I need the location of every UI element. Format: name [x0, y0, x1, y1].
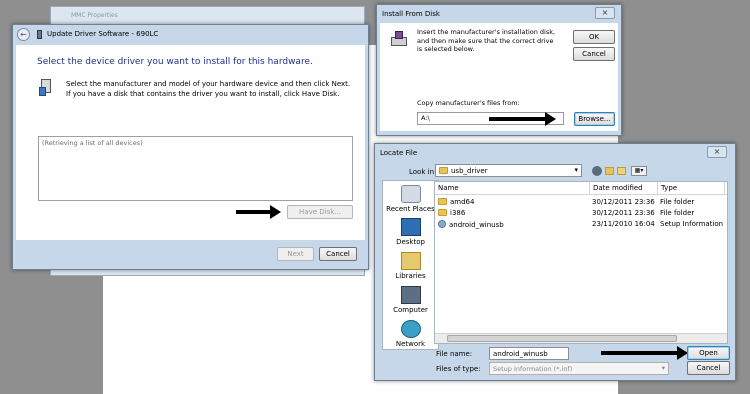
chevron-down-icon: ▾	[661, 364, 665, 372]
row-date: 30/12/2011 23:36	[592, 209, 655, 217]
open-button[interactable]: Open	[687, 346, 730, 360]
look-in-dropdown[interactable]: usb_driver ▾	[435, 164, 582, 177]
annotation-arrow	[489, 112, 556, 126]
setup-file-icon	[438, 220, 446, 228]
files-of-type-dropdown[interactable]: Setup Information (*.inf) ▾	[489, 362, 669, 375]
next-button[interactable]: Next	[277, 247, 314, 261]
recent-places-icon	[400, 185, 421, 203]
column-size[interactable]: S	[725, 182, 727, 195]
device-list-placeholder: (Retrieving a list of all devices)	[42, 139, 143, 147]
file-name-value: android_winusb	[493, 350, 548, 358]
copy-files-label: Copy manufacturer's files from:	[417, 99, 520, 107]
locate-file-titlebar: Locate File ×	[375, 144, 735, 164]
places-bar: Recent Places Desktop Libraries Computer…	[382, 180, 439, 350]
device-icon	[37, 30, 42, 39]
disk-instructions: Insert the manufacturer's installation d…	[417, 28, 556, 53]
place-computer[interactable]: Computer	[383, 286, 438, 314]
disk-drive-icon	[391, 31, 408, 48]
update-driver-content: Select the device driver you want to ins…	[16, 45, 365, 240]
column-type[interactable]: Type	[658, 182, 725, 195]
place-label: Libraries	[395, 272, 426, 280]
folder-icon	[438, 209, 447, 216]
row-date: 30/12/2011 23:36	[592, 198, 655, 206]
column-date-modified[interactable]: Date modified	[590, 182, 658, 195]
place-label: Desktop	[396, 238, 425, 246]
desktop-icon	[400, 218, 421, 236]
annotation-arrow	[236, 205, 281, 219]
file-name-input[interactable]: android_winusb	[489, 347, 569, 360]
column-name[interactable]: Name	[435, 182, 590, 195]
scrollbar-thumb[interactable]	[447, 335, 677, 342]
update-driver-titlebar: ← Update Driver Software - 690LC	[13, 25, 368, 45]
back-nav-icon[interactable]	[592, 166, 602, 176]
place-label: Computer	[393, 306, 428, 314]
column-headers: Name Date modified Type S	[435, 182, 727, 195]
back-button[interactable]: ←	[17, 28, 30, 41]
row-type: File folder	[660, 209, 695, 217]
view-menu-icon[interactable]: ▦▾	[631, 166, 647, 176]
table-row[interactable]: amd64 30/12/2011 23:36 File folder	[435, 197, 727, 208]
file-list[interactable]: Name Date modified Type S amd64 30/12/20…	[434, 181, 728, 344]
close-icon[interactable]: ×	[595, 7, 615, 19]
row-date: 23/11/2010 16:04	[592, 220, 655, 228]
hardware-icon	[39, 79, 54, 97]
install-from-disk-titlebar: Install From Disk ×	[377, 5, 621, 25]
have-disk-button[interactable]: Have Disk...	[287, 205, 353, 219]
table-row[interactable]: i386 30/12/2011 23:36 File folder	[435, 208, 727, 219]
files-of-type-label: Files of type:	[436, 365, 481, 373]
row-name: i386	[450, 209, 466, 217]
place-recent-places[interactable]: Recent Places	[383, 185, 438, 213]
background-window-title: MMC Properties	[71, 12, 118, 19]
row-name: android_winusb	[449, 221, 504, 229]
cancel-button[interactable]: Cancel	[319, 247, 357, 261]
folder-icon	[439, 167, 448, 174]
look-in-label: Look in:	[409, 168, 437, 176]
cancel-button[interactable]: Cancel	[573, 47, 615, 61]
place-network[interactable]: Network	[383, 320, 438, 348]
file-name-label: File name:	[436, 350, 473, 358]
install-from-disk-dialog: Install From Disk × Insert the manufactu…	[376, 4, 622, 136]
place-libraries[interactable]: Libraries	[383, 252, 438, 280]
place-label: Network	[395, 340, 426, 348]
table-row[interactable]: android_winusb 23/11/2010 16:04 Setup In…	[435, 219, 727, 230]
browse-button[interactable]: Browse...	[574, 112, 615, 126]
ok-button[interactable]: OK	[573, 30, 615, 44]
place-label: Recent Places	[386, 205, 435, 213]
install-from-disk-title: Install From Disk	[382, 10, 440, 18]
place-desktop[interactable]: Desktop	[383, 218, 438, 246]
row-name: amd64	[450, 198, 475, 206]
chevron-down-icon: ▾	[574, 166, 578, 174]
page-heading: Select the device driver you want to ins…	[37, 57, 313, 67]
up-folder-icon[interactable]	[605, 167, 614, 175]
row-type: File folder	[660, 198, 695, 206]
update-driver-dialog: ← Update Driver Software - 690LC Select …	[12, 24, 369, 270]
computer-icon	[400, 286, 421, 304]
annotation-arrow	[601, 346, 688, 360]
libraries-icon	[400, 252, 421, 270]
path-value: A:\	[421, 114, 430, 122]
network-icon	[400, 320, 421, 338]
locate-file-title: Locate File	[380, 149, 418, 157]
device-list[interactable]: (Retrieving a list of all devices)	[38, 136, 353, 201]
new-folder-icon[interactable]	[617, 167, 626, 175]
folder-icon	[438, 198, 447, 205]
look-in-value: usb_driver	[451, 167, 488, 175]
instructions-text: Select the manufacturer and model of you…	[66, 80, 351, 98]
update-driver-title: Update Driver Software - 690LC	[47, 30, 159, 38]
horizontal-scrollbar[interactable]	[435, 333, 727, 343]
locate-file-dialog: Locate File × Look in: usb_driver ▾ ▦▾ R…	[374, 143, 736, 381]
install-from-disk-content: Insert the manufacturer's installation d…	[380, 23, 618, 131]
row-type: Setup Information	[660, 220, 724, 228]
files-of-type-value: Setup Information (*.inf)	[493, 365, 573, 373]
close-icon[interactable]: ×	[707, 146, 727, 158]
cancel-button[interactable]: Cancel	[687, 361, 730, 375]
